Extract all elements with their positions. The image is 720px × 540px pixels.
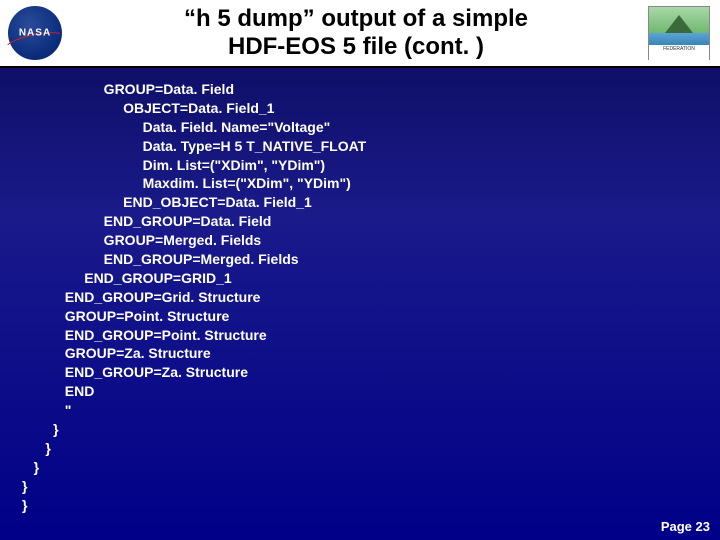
- title-line-1: “h 5 dump” output of a simple: [184, 5, 528, 32]
- mountain-icon: [665, 15, 693, 33]
- slide-title: “h 5 dump” output of a simple HDF-EOS 5 …: [64, 5, 648, 60]
- slide: NASA “h 5 dump” output of a simple HDF-E…: [0, 0, 720, 540]
- water-icon: [649, 33, 709, 45]
- esip-label: FEDERATION: [649, 45, 709, 60]
- nasa-logo: NASA: [6, 4, 64, 62]
- title-line-2: HDF-EOS 5 file (cont. ): [228, 33, 484, 60]
- esip-sky-icon: [649, 7, 709, 33]
- slide-header: NASA “h 5 dump” output of a simple HDF-E…: [0, 0, 720, 68]
- esip-logo: FEDERATION: [648, 6, 710, 60]
- code-block: GROUP=Data. Field OBJECT=Data. Field_1 D…: [22, 80, 366, 514]
- nasa-logo-text: NASA: [19, 28, 51, 39]
- page-number: Page 23: [661, 519, 710, 534]
